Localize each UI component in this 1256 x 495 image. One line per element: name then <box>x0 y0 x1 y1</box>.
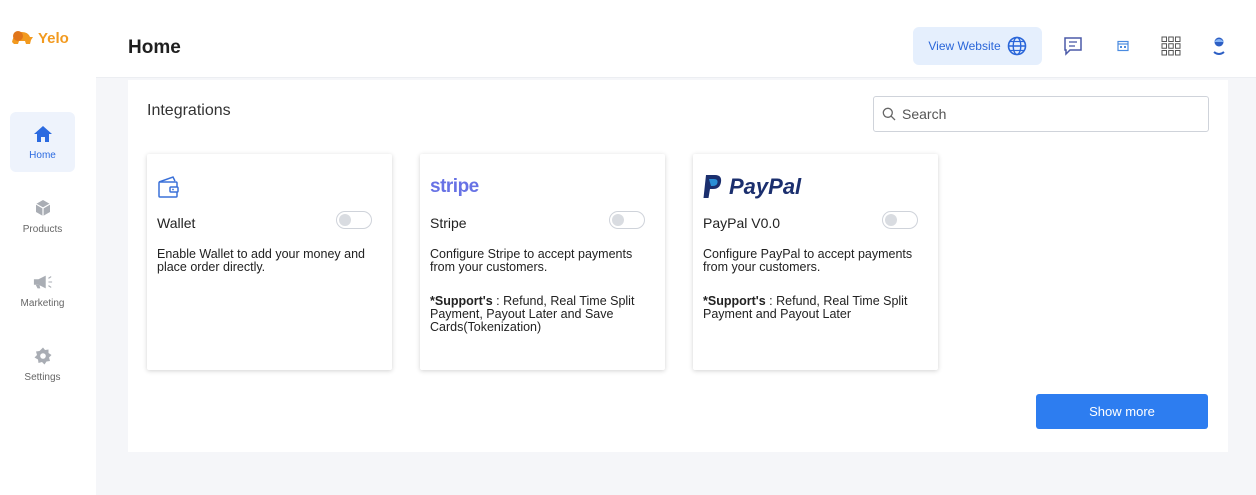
integration-card-paypal[interactable]: PayPal PayPal V0.0 Configure PayPal to a… <box>693 154 938 370</box>
app-logo[interactable]: Yelo <box>10 28 69 48</box>
toggle-knob <box>885 214 897 226</box>
integration-support: *Support's : Refund, Real Time Split Pay… <box>703 295 929 321</box>
search-input[interactable] <box>902 106 1192 122</box>
stripe-logo: stripe <box>430 172 479 202</box>
support-label: *Support's <box>430 294 493 308</box>
globe-icon <box>1007 36 1026 56</box>
integration-card-stripe[interactable]: stripe Stripe Configure Stripe to accept… <box>420 154 665 370</box>
top-header: Home View Website <box>96 0 1256 78</box>
sidebar-item-label: Settings <box>24 371 61 383</box>
sidebar-item-marketing[interactable]: Marketing <box>10 260 75 320</box>
logo-text: Yelo <box>38 29 69 47</box>
stripe-toggle[interactable] <box>609 211 645 229</box>
support-label: *Support's <box>703 294 766 308</box>
wallet-icon <box>157 172 181 202</box>
integration-description: Enable Wallet to add your money and plac… <box>157 247 365 274</box>
page-title: Home <box>128 37 181 58</box>
user-avatar-icon[interactable] <box>1208 35 1230 57</box>
integration-name: PayPal V0.0 <box>703 215 781 231</box>
paypal-toggle[interactable] <box>882 211 918 229</box>
search-icon <box>882 107 896 121</box>
megaphone-icon <box>33 272 53 292</box>
sidebar-item-label: Marketing <box>20 297 65 309</box>
toggle-knob <box>339 214 351 226</box>
paypal-logo-text: PayPal <box>729 174 802 199</box>
chat-icon[interactable] <box>1062 35 1084 57</box>
integration-name: Stripe <box>430 215 467 231</box>
sidebar-item-home[interactable]: Home <box>10 112 75 172</box>
section-title: Integrations <box>147 102 231 119</box>
sidebar-item-label: Home <box>29 149 56 161</box>
sidebar-item-products[interactable]: Products <box>10 186 75 246</box>
toggle-knob <box>612 214 624 226</box>
view-website-label: View Website <box>928 39 1001 53</box>
apps-grid-icon[interactable] <box>1160 35 1182 57</box>
sidebar-item-settings[interactable]: Settings <box>10 334 75 394</box>
sidebar: Yelo Home Products Marketing Settings <box>0 0 96 495</box>
paypal-logo: PayPal <box>703 172 801 202</box>
integration-name: Wallet <box>157 215 196 231</box>
show-more-button[interactable]: Show more <box>1036 394 1208 429</box>
lion-logo-icon <box>12 31 33 44</box>
search-box[interactable] <box>873 96 1209 132</box>
paypal-p-icon <box>703 175 722 198</box>
wallet-toggle[interactable] <box>336 211 372 229</box>
home-icon <box>33 124 53 144</box>
gear-icon <box>33 346 53 366</box>
calendar-icon[interactable] <box>1112 35 1134 57</box>
integration-description: Configure PayPal to accept payments from… <box>703 247 913 274</box>
integrations-panel: Integrations Wallet Enable Wallet to add… <box>128 80 1228 452</box>
box-icon <box>33 198 53 218</box>
integration-card-wallet[interactable]: Wallet Enable Wallet to add your money a… <box>147 154 392 370</box>
integration-support: *Support's : Refund, Real Time Split Pay… <box>430 295 656 334</box>
view-website-button[interactable]: View Website <box>913 27 1042 65</box>
sidebar-item-label: Products <box>22 223 63 235</box>
stripe-logo-text: stripe <box>430 176 479 197</box>
integration-description: Configure Stripe to accept payments from… <box>430 247 633 274</box>
